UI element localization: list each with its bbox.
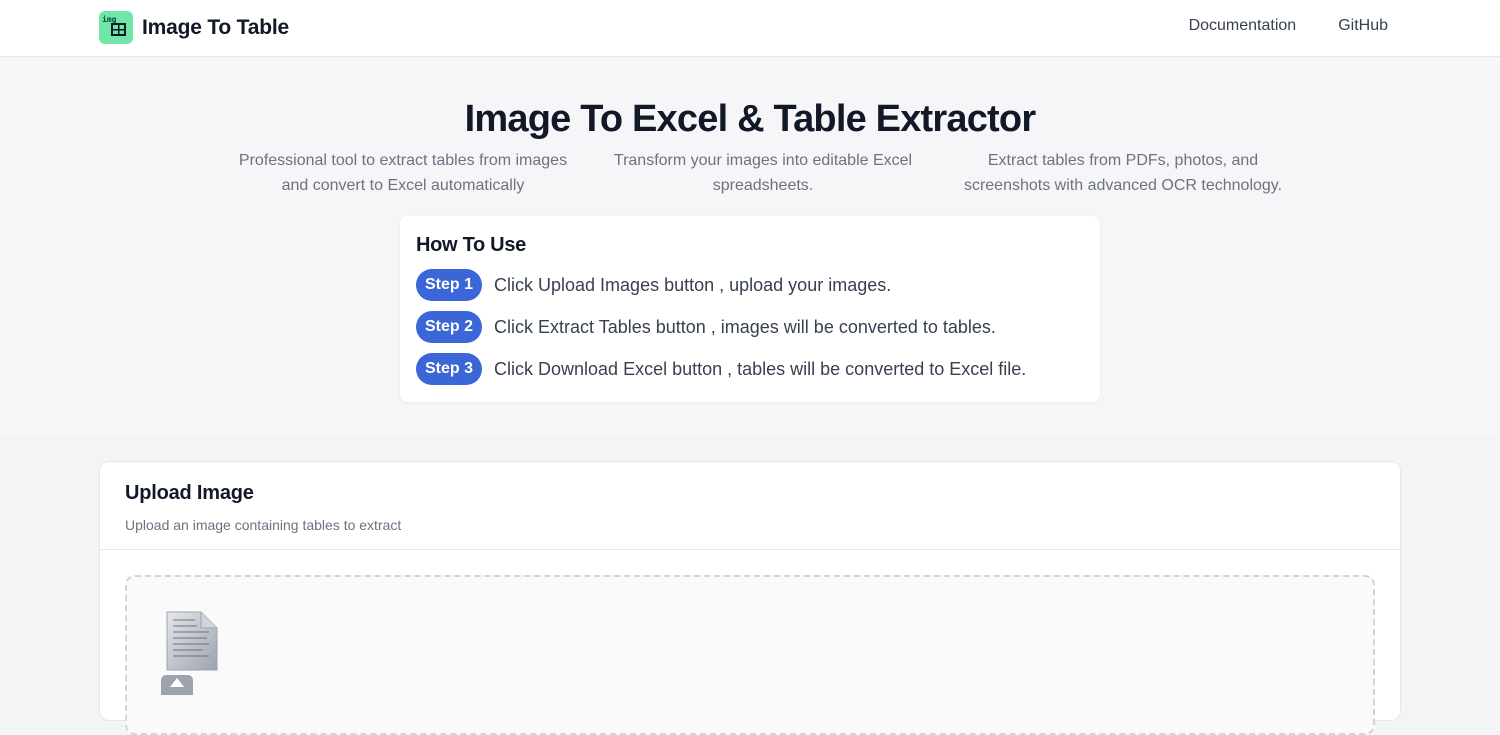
nav-link-documentation[interactable]: Documentation	[1189, 17, 1297, 35]
step-item: Step 3 Click Download Excel button , tab…	[416, 353, 1084, 385]
step-text: Click Download Excel button , tables wil…	[494, 358, 1027, 379]
hero-subtitles: Professional tool to extract tables from…	[233, 148, 1293, 198]
logo-icon: img	[99, 11, 133, 44]
page-title: Image To Excel & Table Extractor	[464, 98, 1036, 140]
upload-dropzone[interactable]	[125, 575, 1375, 735]
steps-list: Step 1 Click Upload Images button , uplo…	[416, 269, 1084, 385]
hero-section: Image To Excel & Table Extractor Profess…	[0, 58, 1500, 436]
upload-title: Upload Image	[125, 482, 254, 504]
file-icon	[166, 611, 218, 671]
brand-link[interactable]: img Image To Table	[99, 11, 289, 44]
upload-arrow-icon[interactable]	[161, 675, 193, 695]
nav-link-github[interactable]: GitHub	[1338, 17, 1388, 35]
upload-card: Upload Image Upload an image containing …	[99, 461, 1401, 735]
step-item: Step 1 Click Upload Images button , uplo…	[416, 269, 1084, 301]
hero-subtitle-1: Professional tool to extract tables from…	[238, 152, 568, 194]
brand-name: Image To Table	[142, 15, 289, 39]
upload-description: Upload an image containing tables to ext…	[125, 517, 402, 533]
upload-card-header: Upload Image Upload an image containing …	[100, 462, 1400, 550]
top-navbar: img Image To Table Documentation GitHub	[0, 0, 1500, 57]
how-to-use-title: How To Use	[416, 234, 526, 256]
step-badge: Step 2	[416, 311, 483, 343]
hero-subtitle-3: Extract tables from PDFs, photos, and sc…	[963, 152, 1283, 194]
how-to-use-card: How To Use Step 1 Click Upload Images bu…	[400, 216, 1100, 402]
main-nav: Documentation GitHub	[1189, 17, 1388, 35]
step-item: Step 2 Click Extract Tables button , ima…	[416, 311, 1084, 343]
step-text: Click Extract Tables button , images wil…	[494, 316, 996, 337]
step-badge: Step 1	[416, 269, 483, 301]
table-grid-icon	[111, 23, 126, 36]
hero-subtitle-2: Transform your images into editable Exce…	[613, 152, 913, 194]
step-text: Click Upload Images button , upload your…	[494, 274, 892, 295]
step-badge: Step 3	[416, 353, 483, 385]
